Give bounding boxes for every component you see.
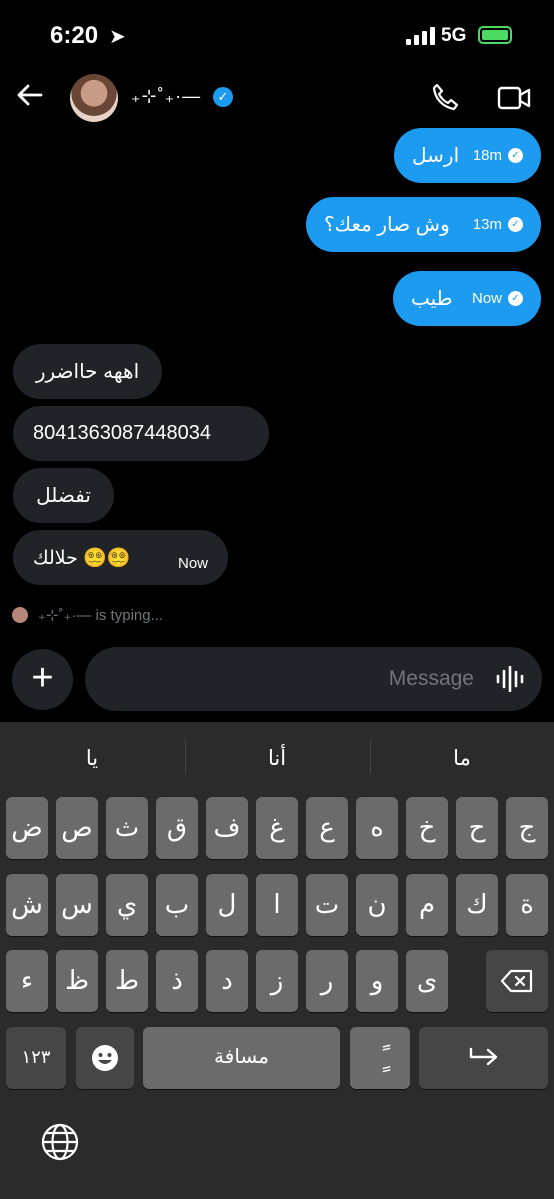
key[interactable]: ض [6, 797, 48, 859]
message-time: Now [177, 555, 208, 572]
key[interactable]: ذ [156, 950, 198, 1012]
key[interactable]: ج [506, 797, 548, 859]
message-bubble[interactable]: وش صار معك؟ 13m ✓ [306, 197, 541, 252]
key[interactable]: ع [306, 797, 348, 859]
space-key[interactable]: مسافة [143, 1027, 340, 1089]
key[interactable]: ح [456, 797, 498, 859]
key[interactable]: ا [256, 874, 298, 936]
numbers-key[interactable]: ١٢٣ [6, 1027, 66, 1089]
back-arrow-icon[interactable] [14, 80, 44, 115]
signal-icon [406, 27, 436, 45]
message-text: اههه حااضرر [35, 361, 140, 383]
key[interactable]: غ [256, 797, 298, 859]
read-check-icon: ✓ [508, 291, 523, 306]
message-bubble[interactable]: حلالك 😵‍💫😵‍💫 Now [13, 530, 228, 585]
message-text: طيب [411, 288, 453, 310]
message-bubble[interactable]: اههه حااضرر [13, 344, 162, 399]
key[interactable]: ط [106, 950, 148, 1012]
key[interactable]: د [206, 950, 248, 1012]
key[interactable]: ه [356, 797, 398, 859]
message-text: تفضلل [36, 485, 91, 507]
key[interactable]: ء [6, 950, 48, 1012]
message-placeholder: Message [388, 667, 474, 690]
message-input[interactable]: Message [85, 647, 542, 711]
key[interactable]: ش [6, 874, 48, 936]
key[interactable]: ي [106, 874, 148, 936]
message-bubble[interactable]: ارسل 18m ✓ [394, 128, 541, 183]
location-arrow-icon: ➤ [109, 26, 126, 48]
key[interactable]: ث [106, 797, 148, 859]
key[interactable]: س [56, 874, 98, 936]
message-text: ارسل [412, 145, 460, 167]
verified-badge-icon: ✓ [213, 87, 233, 107]
add-attachment-button[interactable]: + [12, 649, 73, 710]
key[interactable]: ق [156, 797, 198, 859]
key[interactable]: ز [256, 950, 298, 1012]
read-check-icon: ✓ [508, 217, 523, 232]
key[interactable]: م [406, 874, 448, 936]
battery-icon [478, 26, 512, 44]
voice-message-icon[interactable] [496, 665, 524, 697]
typing-avatar [12, 607, 28, 623]
emoji-key[interactable] [76, 1027, 134, 1089]
key[interactable]: ن [356, 874, 398, 936]
key[interactable]: ك [456, 874, 498, 936]
contact-name[interactable]: ₊⊹˚₊·— [131, 86, 201, 107]
avatar[interactable] [70, 74, 118, 122]
key[interactable]: ت [306, 874, 348, 936]
read-check-icon: ✓ [508, 148, 523, 163]
message-bubble[interactable]: طيب Now ✓ [393, 271, 541, 326]
return-key[interactable] [419, 1027, 548, 1089]
message-bubble[interactable]: تفضلل [13, 468, 114, 523]
suggestion-3[interactable]: يا [0, 746, 184, 771]
key[interactable]: خ [406, 797, 448, 859]
suggestion-2[interactable]: أنا [185, 746, 369, 771]
message-text: 8041363087448034 [33, 422, 211, 444]
key[interactable]: ظ [56, 950, 98, 1012]
key[interactable]: ل [206, 874, 248, 936]
message-bubble[interactable]: 8041363087448034 [13, 406, 269, 461]
message-time: 18m [472, 147, 502, 164]
message-text: حلالك 😵‍💫😵‍💫 [33, 547, 131, 569]
key[interactable]: ر [306, 950, 348, 1012]
typing-indicator: ₊⊹˚₊·— is typing... [38, 607, 164, 624]
status-time: 6:20 [50, 22, 99, 49]
phone-icon[interactable] [430, 82, 460, 117]
suggestion-1[interactable]: ما [370, 746, 554, 771]
keyboard: يا أنا ما ض ص ث ق ف غ ع ه خ ح ج ش س ي ب … [0, 722, 554, 1199]
key[interactable]: ة [506, 874, 548, 936]
diacritic-key[interactable]: ًٍ [350, 1027, 410, 1089]
key[interactable]: ب [156, 874, 198, 936]
backspace-key[interactable] [486, 950, 548, 1012]
network-type: 5G [441, 25, 467, 46]
key[interactable]: ى [406, 950, 448, 1012]
globe-icon[interactable] [40, 1122, 80, 1167]
key[interactable]: و [356, 950, 398, 1012]
message-time: 13m [472, 216, 502, 233]
key[interactable]: ف [206, 797, 248, 859]
message-text: وش صار معك؟ [324, 214, 450, 236]
video-call-icon[interactable] [497, 84, 531, 117]
key[interactable]: ص [56, 797, 98, 859]
message-time: Now [471, 290, 502, 307]
